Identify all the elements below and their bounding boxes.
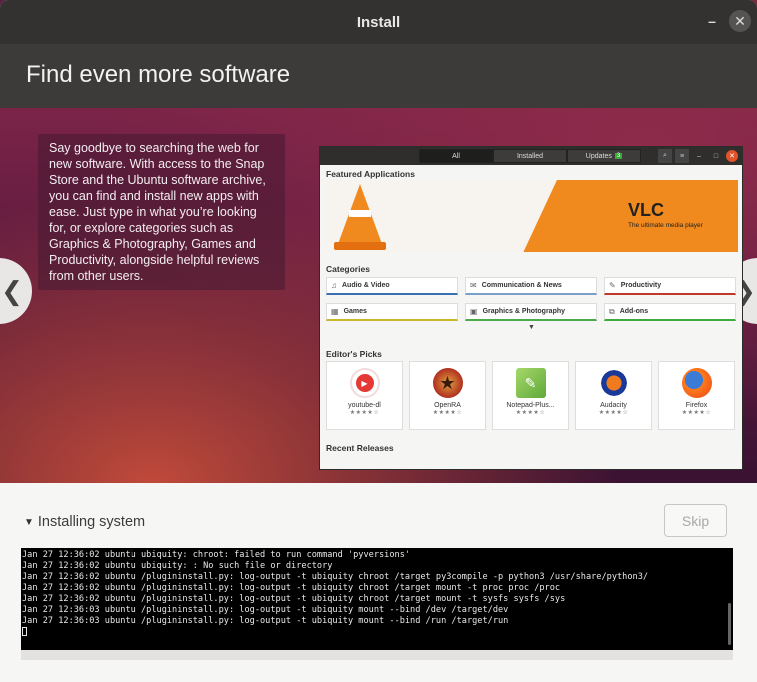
app-rating: ★★★★☆ [432,410,463,416]
app-rating: ★★★★☆ [681,410,712,416]
featured-app-name: VLC [628,200,664,220]
app-card-notepad-plus: ✎ Notepad-Plus... ★★★★☆ [492,361,569,430]
app-rating: ★★★★☆ [515,410,546,416]
category-grid: ♫ Audio & Video ✉ Communication & News ✎… [326,277,738,321]
category-graphics-photography: ▣ Graphics & Photography [465,303,597,321]
software-center-tabs: All Installed Updates 3 [419,149,641,163]
log-line: Jan 27 12:36:02 ubuntu /plugininstall.py… [22,594,566,604]
games-icon: ▦ [331,307,339,316]
slide-description: Say goodbye to searching the web for new… [38,134,285,290]
menu-icon: ≡ [675,149,689,163]
window-controls: – ✕ [701,10,751,32]
category-label: Games [343,308,367,315]
featured-label: Featured Applications [326,169,415,179]
terminal-scrollbar[interactable] [728,603,731,645]
featured-banner: VLC The ultimate media player [326,180,738,252]
tab-updates: Updates 3 [567,149,641,163]
text-cursor-icon: I [127,548,136,564]
install-progress-area: ▼ Installing system Skip Jan 27 12:36:02… [0,483,757,682]
window-title: Install [356,13,401,31]
app-rating: ★★★★☆ [349,410,380,416]
category-productivity: ✎ Productivity [604,277,736,295]
terminal-cursor [22,627,27,636]
app-card-openra: ★ OpenRA ★★★★☆ [409,361,486,430]
terminal-cursor-line [22,627,732,638]
software-center-controls: ⌕ ≡ – □ ✕ [658,149,738,163]
firefox-icon [681,368,712,398]
category-label: Add-ons [619,308,649,315]
software-center-headerbar: All Installed Updates 3 ⌕ ≡ – □ ✕ [320,147,742,165]
log-line: Jan 27 12:36:03 ubuntu /plugininstall.py… [22,616,509,626]
caret-down-icon: ▼ [24,516,34,528]
recent-releases-label: Recent Releases [326,443,394,453]
tab-updates-label: Updates [585,152,612,160]
tab-installed-label: Installed [516,152,544,160]
categories-label: Categories [326,264,370,274]
chevron-left-icon: ❮ [1,275,23,306]
expand-categories-icon: ▼ [528,324,535,331]
category-label: Audio & Video [342,282,390,289]
tab-all-label: All [452,152,460,160]
log-line: Jan 27 12:36:03 ubuntu /plugininstall.py… [22,605,509,615]
youtube-dl-icon: ▶ [349,368,380,398]
skip-button[interactable]: Skip [664,504,727,537]
featured-background-shape [510,180,738,252]
app-card-audacity: Audacity ★★★★☆ [575,361,652,430]
app-name: OpenRA [434,402,461,409]
openra-icon: ★ [432,368,463,398]
image-icon: ▣ [470,307,478,316]
updates-count-badge: 3 [614,153,623,159]
category-label: Productivity [620,282,662,289]
close-icon[interactable]: ✕ [729,10,751,32]
category-label: Communication & News [481,282,562,289]
puzzle-icon: ⧉ [609,306,615,316]
minimize-icon: – [697,152,701,160]
category-games: ▦ Games [326,303,458,321]
installing-system-label: Installing system [37,514,146,530]
search-icon: ⌕ [658,149,672,163]
app-card-youtube-dl: ▶ youtube-dl ★★★★☆ [326,361,403,430]
installer-window: Install – ✕ Find even more software Say … [0,0,757,682]
app-card-firefox: Firefox ★★★★☆ [658,361,735,430]
category-label: Graphics & Photography [482,308,566,315]
pencil-icon: ✎ [609,281,616,290]
tab-installed: Installed [493,149,567,163]
app-rating: ★★★★☆ [598,410,629,416]
slide-heading-banner: Find even more software [0,44,757,108]
tab-all: All [419,149,493,163]
editors-picks-label: Editor's Picks [326,349,382,359]
slide-heading: Find even more software [26,61,291,88]
app-name: Firefox [685,402,708,409]
featured-app-tagline: The ultimate media player [628,222,703,229]
app-name: youtube-dl [348,402,381,409]
log-line: Jan 27 12:36:02 ubuntu /plugininstall.py… [22,572,649,582]
vlc-cone-base [334,242,386,250]
app-name: Notepad-Plus... [506,402,555,409]
audacity-icon [598,368,629,398]
app-name: Audacity [600,402,627,409]
editors-picks-row: ▶ youtube-dl ★★★★☆ ★ OpenRA ★★★★☆ ✎ Note… [326,361,735,430]
vlc-cone-stripe [349,210,371,217]
log-line: Jan 27 12:36:02 ubuntu /plugininstall.py… [22,583,561,593]
title-bar: Install – ✕ [0,0,757,44]
category-communication-news: ✉ Communication & News [465,277,597,295]
notepad-plus-icon: ✎ [515,368,546,398]
slideshow: Say goodbye to searching the web for new… [0,108,757,483]
category-add-ons: ⧉ Add-ons [604,303,736,321]
category-audio-video: ♫ Audio & Video [326,277,458,295]
previous-slide-button[interactable]: ❮ [0,258,32,324]
mail-icon: ✉ [470,281,477,290]
music-icon: ♫ [331,281,337,290]
maximize-icon: □ [713,152,719,160]
software-center-screenshot: All Installed Updates 3 ⌕ ≡ – □ ✕ Featur… [319,146,743,470]
terminal-footer [21,650,733,660]
minimize-icon[interactable]: – [701,10,723,32]
close-icon: ✕ [726,150,738,162]
installing-system-expander[interactable]: ▼ Installing system [24,514,145,530]
